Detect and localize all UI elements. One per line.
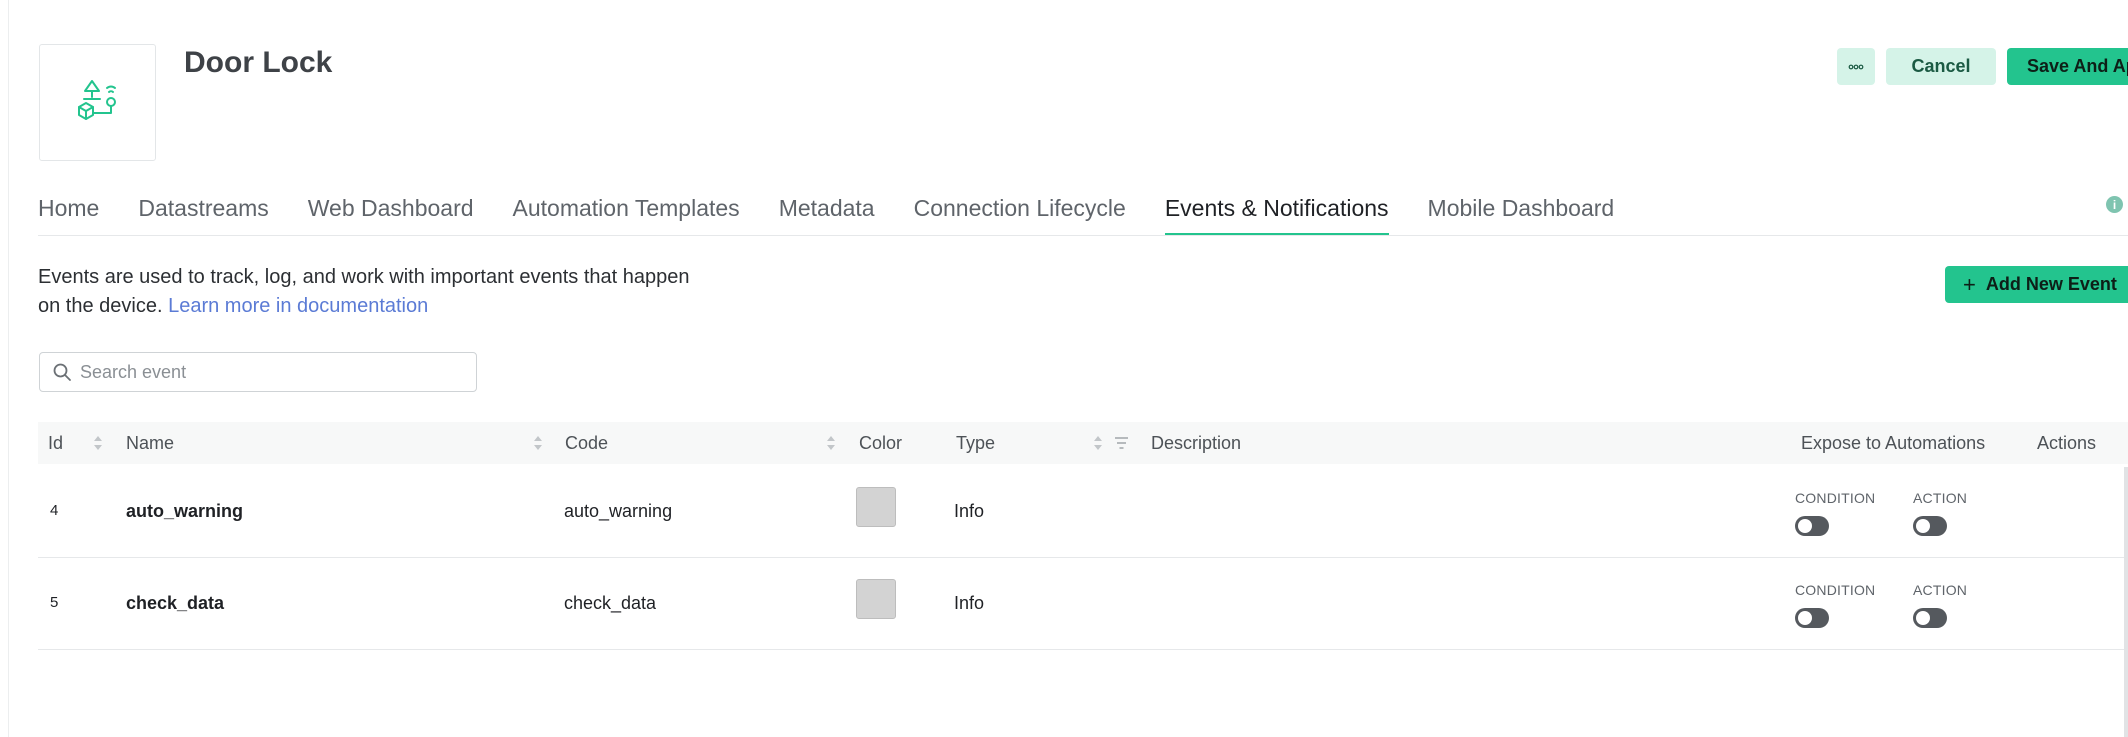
plus-icon: + bbox=[1963, 271, 1976, 297]
search-box[interactable] bbox=[39, 352, 477, 392]
cancel-button[interactable]: Cancel bbox=[1886, 48, 1996, 85]
column-header-description: Description bbox=[1151, 433, 1242, 453]
condition-toggle[interactable] bbox=[1795, 608, 1829, 628]
tab-metadata[interactable]: Metadata bbox=[779, 190, 875, 236]
action-label: ACTION bbox=[1913, 490, 1968, 506]
add-new-event-button[interactable]: + Add New Event bbox=[1945, 266, 2128, 303]
table-row[interactable]: 5 check_data check_data Info CONDITION A… bbox=[38, 558, 2128, 650]
column-header-name[interactable]: Name bbox=[126, 422, 174, 464]
device-logo[interactable] bbox=[39, 44, 156, 161]
intro-text-line2: on the device. bbox=[38, 295, 169, 317]
documentation-link[interactable]: Learn more in documentation bbox=[168, 295, 428, 317]
table-row[interactable]: 4 auto_warning auto_warning Info CONDITI… bbox=[38, 466, 2128, 558]
action-toggle[interactable] bbox=[1913, 516, 1947, 536]
event-name: auto_warning bbox=[126, 501, 244, 521]
event-name: check_data bbox=[126, 593, 225, 613]
tab-automation-templates[interactable]: Automation Templates bbox=[513, 190, 740, 236]
save-and-apply-button[interactable]: Save And Apply bbox=[2007, 48, 2128, 85]
event-code: auto_warning bbox=[564, 501, 673, 521]
tab-home[interactable]: Home bbox=[38, 190, 99, 236]
event-type: Info bbox=[954, 501, 985, 521]
event-color-swatch bbox=[856, 487, 896, 527]
left-border bbox=[8, 0, 9, 737]
events-description: Events are used to track, log, and work … bbox=[38, 263, 758, 321]
sort-icon[interactable] bbox=[533, 435, 543, 451]
condition-toggle[interactable] bbox=[1795, 516, 1829, 536]
tab-connection-lifecycle[interactable]: Connection Lifecycle bbox=[914, 190, 1126, 236]
tab-events-notifications[interactable]: Events & Notifications bbox=[1164, 190, 1389, 236]
action-label: ACTION bbox=[1913, 582, 1968, 598]
event-color-swatch bbox=[856, 579, 896, 619]
tab-bar: Home Datastreams Web Dashboard Automatio… bbox=[38, 190, 1653, 236]
intro-text-line1: Events are used to track, log, and work … bbox=[38, 266, 690, 288]
tab-mobile-dashboard[interactable]: Mobile Dashboard bbox=[1428, 190, 1615, 236]
event-code: check_data bbox=[564, 593, 657, 613]
column-header-expose: Expose to Automations bbox=[1801, 433, 1986, 453]
device-automation-icon bbox=[77, 79, 116, 120]
column-header-type[interactable]: Type bbox=[956, 422, 995, 464]
condition-label: CONDITION bbox=[1795, 490, 1876, 506]
event-id: 5 bbox=[50, 594, 59, 611]
tabs-divider bbox=[38, 235, 2128, 236]
search-input[interactable] bbox=[80, 361, 460, 383]
tab-datastreams[interactable]: Datastreams bbox=[138, 190, 268, 236]
column-header-color: Color bbox=[859, 433, 903, 453]
filter-icon[interactable] bbox=[1115, 436, 1128, 450]
event-type: Info bbox=[954, 593, 985, 613]
sort-icon[interactable] bbox=[826, 435, 836, 451]
more-options-button[interactable] bbox=[1837, 48, 1875, 85]
page-title: Door Lock bbox=[184, 46, 333, 79]
column-header-id[interactable]: Id bbox=[48, 422, 63, 464]
search-icon bbox=[53, 363, 71, 381]
condition-label: CONDITION bbox=[1795, 582, 1876, 598]
tab-web-dashboard[interactable]: Web Dashboard bbox=[308, 190, 474, 236]
info-icon[interactable]: i bbox=[2106, 196, 2123, 213]
column-header-code[interactable]: Code bbox=[565, 422, 608, 464]
table-header: Id Name Code Color Type Description Expo… bbox=[38, 422, 2128, 464]
more-dots-icon bbox=[1848, 64, 1864, 69]
column-header-actions: Actions bbox=[2037, 433, 2097, 453]
sort-icon[interactable] bbox=[93, 435, 103, 451]
scrollbar[interactable] bbox=[2124, 467, 2128, 737]
add-new-event-label: Add New Event bbox=[1985, 274, 2117, 294]
event-id: 4 bbox=[50, 502, 59, 519]
sort-icon[interactable] bbox=[1093, 435, 1103, 451]
action-toggle[interactable] bbox=[1913, 608, 1947, 628]
